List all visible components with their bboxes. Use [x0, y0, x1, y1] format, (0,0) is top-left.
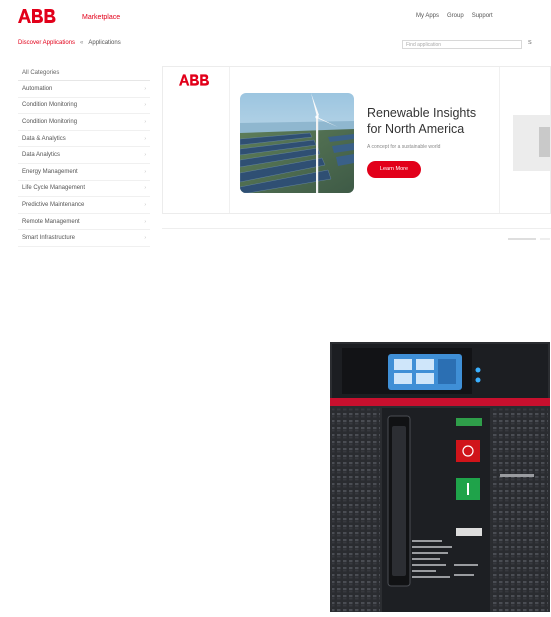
chevron-right-icon: ›	[144, 85, 146, 92]
sidebar-item-label: Smart Infrastructure	[22, 235, 76, 242]
carousel-indicator[interactable]	[540, 238, 550, 240]
chevron-right-icon: ›	[144, 118, 146, 125]
sidebar-item-label: Energy Management	[22, 168, 78, 175]
sidebar-item[interactable]: Predictive Maintenance ›	[18, 197, 150, 214]
sidebar-item[interactable]: Smart Infrastructure ›	[18, 230, 150, 247]
chevron-right-icon: ›	[144, 185, 146, 192]
section-divider	[162, 228, 551, 229]
banner-title: Renewable Insights for North America	[367, 106, 477, 136]
chevron-right-icon: ›	[144, 235, 146, 242]
chevron-right-icon: ›	[144, 218, 146, 225]
sidebar-item[interactable]: Condition Monitoring ›	[18, 114, 150, 131]
chevron-right-icon: ›	[144, 135, 146, 142]
abb-logo-mark	[18, 9, 56, 23]
sidebar-item[interactable]: Condition Monitoring ›	[18, 98, 150, 115]
circuit-breaker-image	[330, 342, 550, 612]
sidebar-item-label: Automation	[22, 85, 53, 92]
sidebar-item[interactable]: Remote Management ›	[18, 214, 150, 231]
banner-abb-logo	[179, 73, 211, 86]
sidebar-item-label: Data & Analytics	[22, 135, 66, 142]
sidebar-item-label: Data Analytics	[22, 152, 61, 159]
banner-subtitle: A concept for a sustainable world	[367, 144, 441, 150]
sidebar-item[interactable]: Automation ›	[18, 81, 150, 98]
banner-divider	[499, 67, 500, 213]
chevron-right-icon: ›	[144, 102, 146, 109]
sidebar-item-label: Predictive Maintenance	[22, 201, 85, 208]
chevron-right-icon: ›	[144, 201, 146, 208]
top-link-group[interactable]: Group	[447, 13, 464, 19]
sidebar-item-label: Condition Monitoring	[22, 102, 78, 109]
banner-divider	[229, 67, 230, 213]
search-input[interactable]: Find application	[402, 40, 522, 49]
carousel-indicator-active[interactable]	[508, 238, 536, 240]
sidebar-item-label: Life Cycle Management	[22, 185, 86, 192]
top-link-support[interactable]: Support	[472, 13, 493, 19]
learn-more-button[interactable]: Learn More	[367, 161, 421, 178]
abb-logo[interactable]	[18, 9, 58, 23]
top-nav-links: My Apps Group Support	[416, 13, 493, 19]
breadcrumb-current: Applications	[88, 40, 121, 46]
search-button[interactable]: S	[528, 40, 532, 46]
sidebar-item[interactable]: Data Analytics ›	[18, 147, 150, 164]
hero-banner[interactable]: Renewable Insights for North America A c…	[162, 66, 551, 214]
sidebar-item-label: Condition Monitoring	[22, 118, 78, 125]
breadcrumb-root[interactable]: Discover Applications	[18, 40, 75, 46]
marketplace-label[interactable]: Marketplace	[82, 14, 120, 21]
sidebar-item[interactable]: Data & Analytics ›	[18, 131, 150, 148]
category-sidebar: All Categories Automation › Condition Mon…	[18, 66, 150, 247]
breadcrumb: Discover Applications « Applications	[18, 40, 121, 46]
chevron-right-icon: ›	[144, 152, 146, 159]
chevron-right-icon: ›	[144, 168, 146, 175]
breadcrumb-separator: «	[80, 40, 84, 46]
sidebar-item[interactable]: Life Cycle Management ›	[18, 181, 150, 198]
top-link-my-apps[interactable]: My Apps	[416, 13, 439, 19]
next-slide-image	[539, 127, 550, 157]
solar-wind-farm-image	[240, 93, 354, 193]
sidebar-item-label: Remote Management	[22, 218, 80, 225]
sidebar-heading[interactable]: All Categories	[18, 66, 150, 81]
sidebar-item[interactable]: Energy Management ›	[18, 164, 150, 181]
